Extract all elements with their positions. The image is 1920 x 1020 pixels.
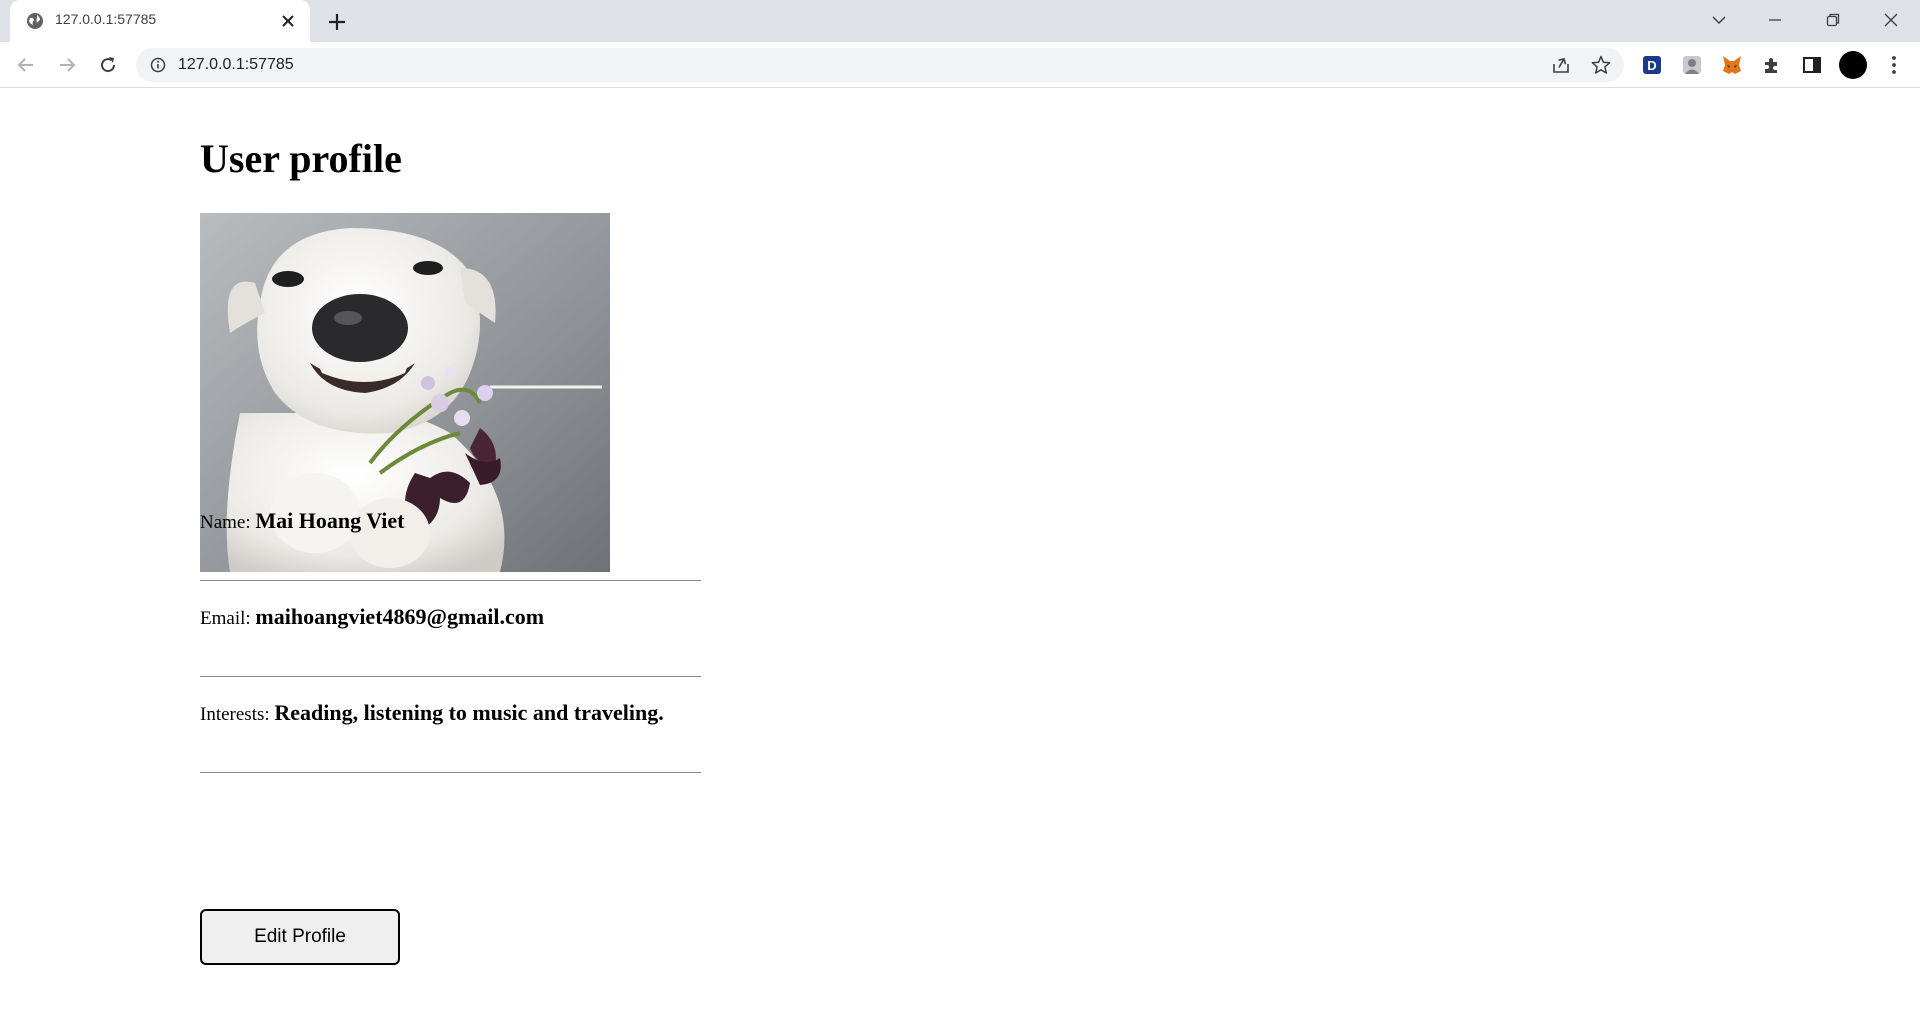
browser-tab-strip: 127.0.0.1:57785	[0, 0, 1920, 42]
tab-title: 127.0.0.1:57785	[55, 11, 157, 27]
name-value: Mai Hoang Viet	[255, 508, 405, 533]
email-label: Email:	[200, 608, 251, 629]
kebab-menu-icon[interactable]	[1882, 53, 1906, 77]
page-title: User profile	[200, 136, 402, 181]
divider	[200, 580, 701, 581]
metamask-fox-icon[interactable]	[1720, 53, 1744, 77]
interests-field: Interests: Reading, listening to music a…	[200, 700, 664, 726]
email-field: Email: maihoangviet4869@gmail.com	[200, 604, 544, 630]
window-close-icon[interactable]	[1874, 4, 1908, 36]
tab-search-chevron-icon[interactable]	[1702, 4, 1736, 36]
divider	[200, 676, 701, 677]
email-value: maihoangviet4869@gmail.com	[255, 604, 545, 629]
profile-avatar-icon[interactable]	[1838, 50, 1868, 80]
name-label: Name:	[200, 512, 251, 533]
star-icon[interactable]	[1590, 54, 1612, 76]
globe-icon	[26, 12, 44, 30]
interests-label: Interests:	[200, 704, 270, 725]
interests-value: Reading, listening to music and travelin…	[274, 700, 664, 725]
url-text: 127.0.0.1:57785	[178, 56, 294, 73]
browser-toolbar: 127.0.0.1:57785 D	[0, 42, 1920, 88]
svg-text:D: D	[1647, 58, 1656, 73]
restore-icon[interactable]	[1816, 4, 1850, 36]
minimize-icon[interactable]	[1758, 4, 1792, 36]
edit-profile-button[interactable]: Edit Profile	[200, 909, 400, 965]
address-bar[interactable]: 127.0.0.1:57785	[136, 48, 1624, 82]
forward-arrow-icon[interactable]	[53, 51, 81, 79]
dashlane-extension-icon[interactable]: D	[1640, 53, 1664, 77]
reload-icon[interactable]	[94, 51, 122, 79]
name-field: Name: Mai Hoang Viet	[200, 508, 405, 534]
browser-tab[interactable]: 127.0.0.1:57785	[10, 0, 310, 42]
share-icon[interactable]	[1550, 54, 1572, 76]
puzzle-extensions-icon[interactable]	[1760, 53, 1784, 77]
plus-icon[interactable]	[324, 9, 350, 35]
side-panel-icon[interactable]	[1800, 53, 1824, 77]
profile-extension-icon[interactable]	[1680, 53, 1704, 77]
close-icon[interactable]	[278, 11, 298, 31]
back-arrow-icon[interactable]	[12, 51, 40, 79]
divider	[200, 772, 701, 773]
info-icon[interactable]	[150, 57, 166, 73]
